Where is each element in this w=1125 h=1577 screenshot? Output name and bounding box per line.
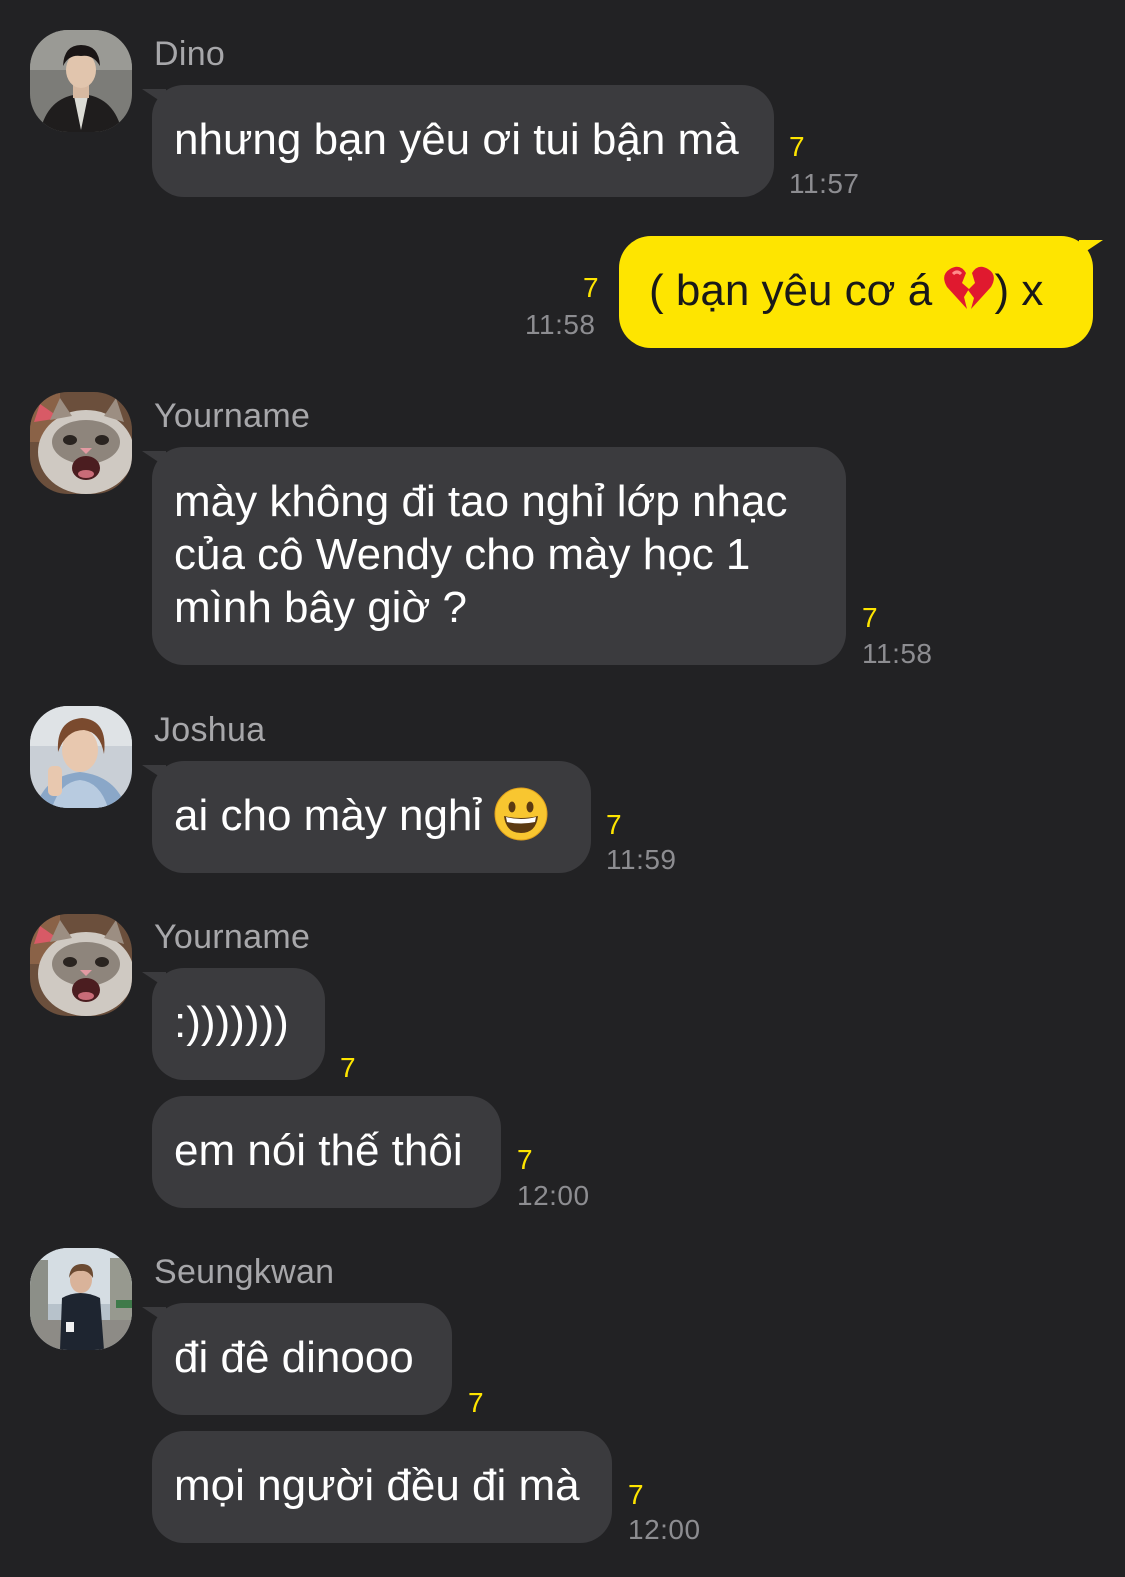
message-bubble[interactable]: mày không đi tao nghỉ lớp nhạc của cô We… xyxy=(142,447,846,665)
message-text: ai cho mày nghỉ xyxy=(174,791,495,840)
message-text: em nói thế thôi xyxy=(174,1126,463,1175)
message-time: 11:57 xyxy=(789,168,860,199)
avatar-dino[interactable] xyxy=(30,30,132,132)
unread-count: 7 xyxy=(606,809,622,840)
profile-photo-cat xyxy=(30,392,132,494)
message-time: 12:00 xyxy=(517,1180,590,1211)
unread-count: 7 xyxy=(340,1052,356,1083)
unread-count: 7 xyxy=(517,1144,533,1175)
message-bubble[interactable]: nhưng bạn yêu ơi tui bận mà xyxy=(142,85,774,197)
sender-name: Yourname xyxy=(154,918,311,956)
message-text: ( bạn yêu cơ á xyxy=(649,266,945,315)
message-text: đi đê dinooo xyxy=(174,1333,414,1382)
avatar-joshua[interactable] xyxy=(30,706,132,808)
unread-count: 7 xyxy=(583,272,599,303)
sender-name: Yourname xyxy=(154,397,311,435)
sender-name: Joshua xyxy=(154,711,266,749)
message-line: của cô Wendy cho mày học 1 xyxy=(174,530,751,579)
avatar-seungkwan[interactable] xyxy=(30,1248,132,1350)
message-bubble[interactable]: :))))))) xyxy=(142,968,325,1080)
message-time: 12:00 xyxy=(628,1514,701,1545)
sender-name: Dino xyxy=(154,35,226,73)
grinning-face-emoji xyxy=(494,787,548,841)
profile-photo-dino xyxy=(30,30,132,132)
message-text: nhưng bạn yêu ơi tui bận mà xyxy=(174,115,739,164)
message-time: 11:58 xyxy=(525,309,596,340)
avatar-yourname[interactable] xyxy=(30,914,132,1016)
message-text-end: ) x xyxy=(994,266,1044,315)
message-time: 11:59 xyxy=(606,844,677,875)
my-message-bubble[interactable]: ( bạn yêu cơ á ) x xyxy=(619,236,1103,348)
unread-count: 7 xyxy=(862,602,878,633)
unread-count: 7 xyxy=(468,1387,484,1418)
profile-photo-joshua xyxy=(30,706,132,808)
profile-photo-cat xyxy=(30,914,132,1016)
unread-count: 7 xyxy=(789,131,805,162)
message-bubble[interactable]: đi đê dinooo xyxy=(142,1303,452,1415)
message-line: mình bây giờ ? xyxy=(174,583,468,632)
message-text: mọi người đều đi mà xyxy=(174,1461,580,1510)
message-bubble[interactable]: ai cho mày nghỉ xyxy=(142,761,591,873)
message-bubble[interactable]: mọi người đều đi mà xyxy=(152,1431,612,1543)
profile-photo-seungkwan xyxy=(30,1248,132,1350)
message-time: 11:58 xyxy=(862,638,933,669)
message-bubble[interactable]: em nói thế thôi xyxy=(152,1096,501,1208)
broken-heart-emoji xyxy=(944,265,995,313)
sender-name: Seungkwan xyxy=(154,1253,335,1291)
avatar-yourname[interactable] xyxy=(30,392,132,494)
message-text: mày không đi tao nghỉ lớp nhạc của cô We… xyxy=(174,475,787,634)
unread-count: 7 xyxy=(628,1479,644,1510)
message-line: mày không đi tao nghỉ lớp nhạc xyxy=(174,477,788,526)
message-text: :))))))) xyxy=(174,998,289,1047)
